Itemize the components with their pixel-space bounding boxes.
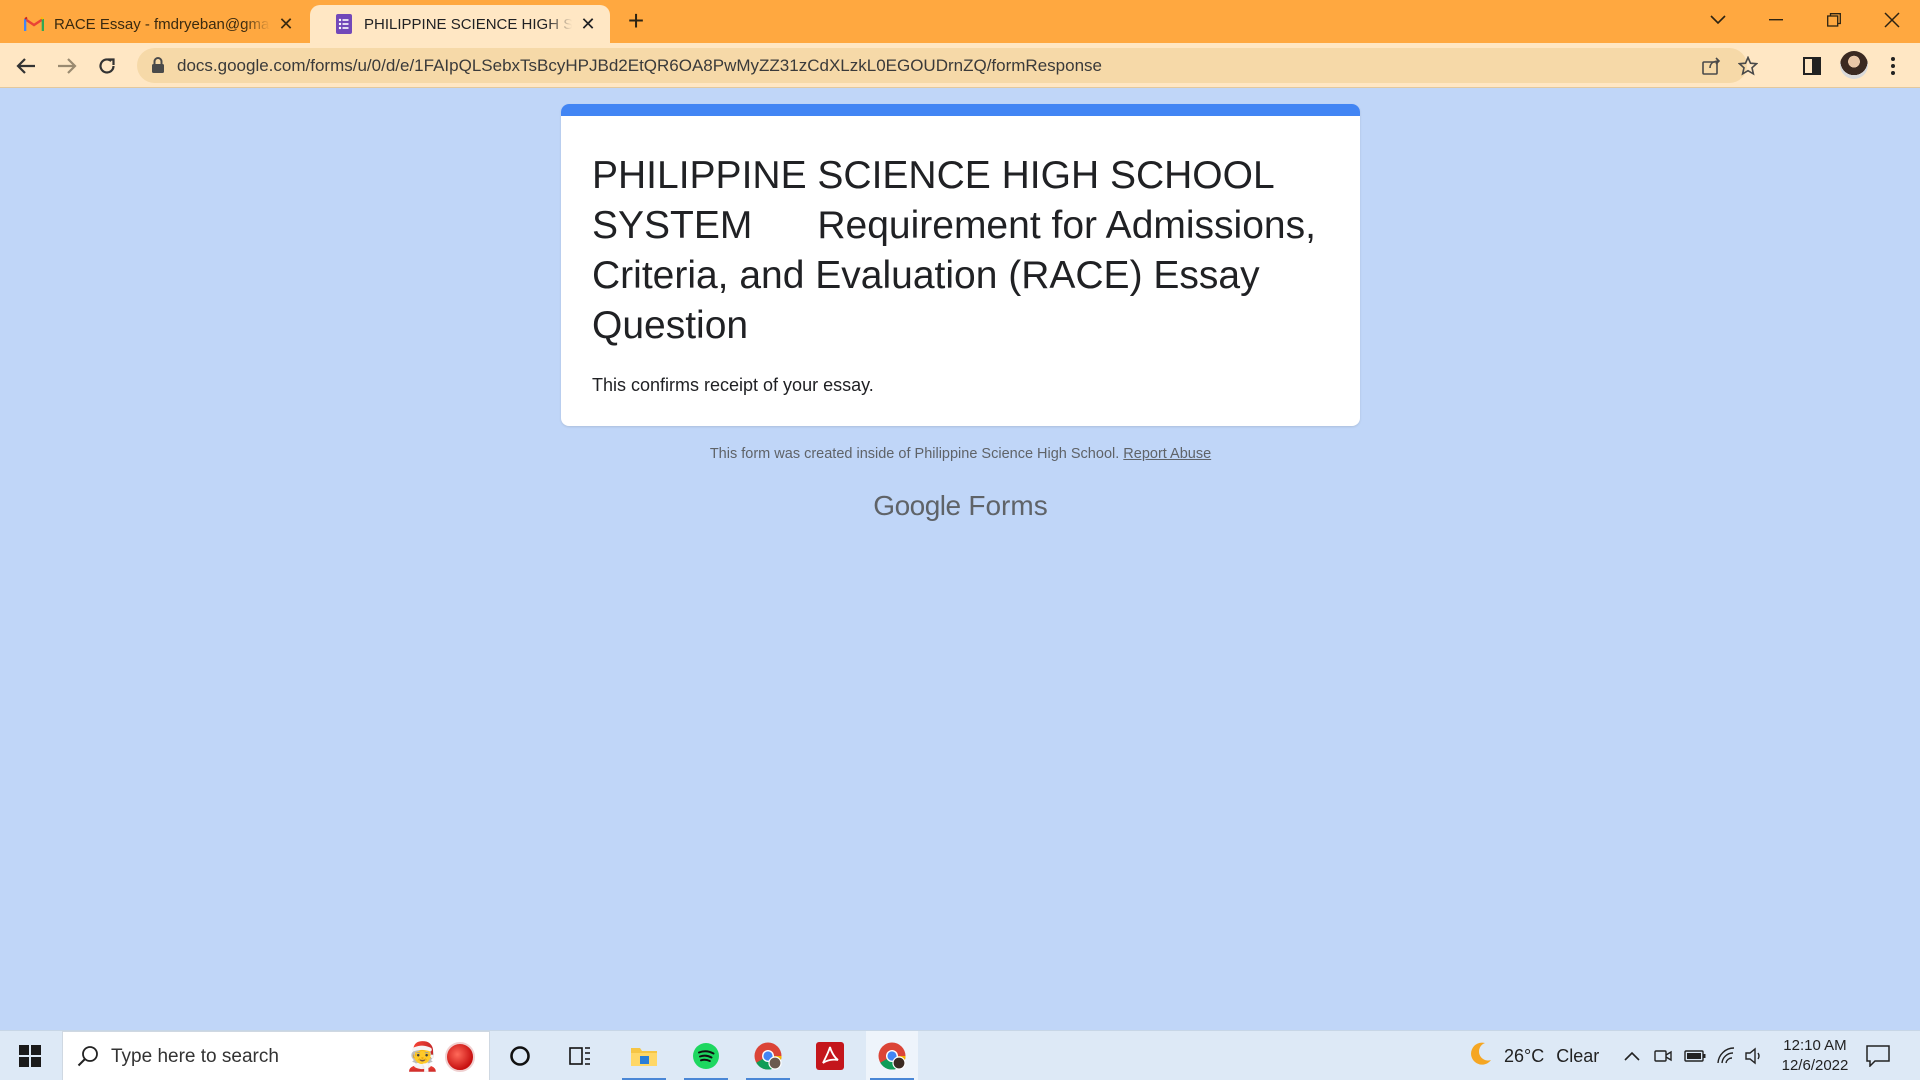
footer-note-text: This form was created inside of Philippi… bbox=[709, 446, 1120, 462]
task-view-icon[interactable] bbox=[554, 1031, 606, 1080]
tab-search-chevron-icon[interactable] bbox=[1690, 0, 1746, 40]
profile-avatar[interactable] bbox=[1840, 51, 1868, 79]
browser-tab-strip: RACE Essay - fmdryeban@gmail.com ✕ PHILI… bbox=[0, 0, 1920, 43]
form-accent-bar bbox=[561, 104, 1360, 116]
close-window-button[interactable] bbox=[1864, 0, 1920, 40]
share-icon[interactable] bbox=[1701, 55, 1723, 77]
back-button[interactable] bbox=[10, 50, 42, 82]
side-panel-icon[interactable] bbox=[1799, 53, 1825, 79]
clock-time: 12:10 AM bbox=[1783, 1037, 1847, 1054]
volume-icon[interactable] bbox=[1744, 1031, 1764, 1080]
form-footer-note: This form was created inside of Philippi… bbox=[561, 446, 1360, 462]
confirmation-message: This confirms receipt of your essay. bbox=[592, 375, 874, 395]
tab-gmail[interactable]: RACE Essay - fmdryeban@gmail.com ✕ bbox=[0, 5, 308, 43]
forward-button[interactable] bbox=[51, 50, 83, 82]
taskbar-clock[interactable]: 12:10 AM 12/6/2022 bbox=[1770, 1036, 1860, 1076]
spotify-icon[interactable] bbox=[680, 1031, 732, 1080]
report-abuse-link[interactable]: Report Abuse bbox=[1123, 446, 1211, 462]
form-confirmation-card: PHILIPPINE SCIENCE HIGH SCHOOL SYSTEM Re… bbox=[561, 104, 1360, 426]
start-button[interactable] bbox=[0, 1031, 60, 1080]
forms-wordmark: Forms bbox=[968, 490, 1048, 521]
clock-date: 12/6/2022 bbox=[1781, 1057, 1849, 1074]
gingerbread-doodle-icon: 🧑‍🎄 bbox=[405, 1041, 440, 1072]
browser-toolbar: docs.google.com/forms/u/0/d/e/1FAIpQLSeb… bbox=[0, 43, 1920, 88]
chrome-menu-icon[interactable] bbox=[1880, 53, 1906, 79]
weather-temperature: 26°C bbox=[1504, 1045, 1545, 1066]
ornament-doodle-icon bbox=[445, 1042, 475, 1072]
google-forms-icon bbox=[334, 14, 354, 34]
restore-button[interactable] bbox=[1806, 0, 1862, 40]
moon-icon bbox=[1466, 1040, 1494, 1073]
windows-logo-icon bbox=[19, 1045, 41, 1067]
file-explorer-icon[interactable] bbox=[618, 1031, 670, 1080]
acrobat-reader-icon[interactable] bbox=[804, 1031, 856, 1080]
minimize-button[interactable] bbox=[1748, 0, 1804, 40]
search-icon bbox=[77, 1045, 99, 1072]
wifi-icon[interactable] bbox=[1716, 1031, 1736, 1080]
bookmark-star-icon[interactable] bbox=[1737, 55, 1759, 77]
show-hidden-icons-chevron-icon[interactable] bbox=[1624, 1031, 1640, 1080]
weather-condition: Clear bbox=[1556, 1045, 1600, 1066]
chrome-icon[interactable] bbox=[742, 1031, 794, 1080]
notification-center-icon[interactable] bbox=[1866, 1031, 1890, 1080]
tab-title: RACE Essay - fmdryeban@gmail.com bbox=[54, 15, 270, 33]
reload-button[interactable] bbox=[91, 50, 123, 82]
battery-icon[interactable] bbox=[1684, 1031, 1706, 1080]
address-bar[interactable]: docs.google.com/forms/u/0/d/e/1FAIpQLSeb… bbox=[137, 48, 1758, 83]
google-wordmark: Google bbox=[873, 490, 961, 521]
cortana-icon[interactable] bbox=[494, 1031, 546, 1080]
form-title: PHILIPPINE SCIENCE HIGH SCHOOL SYSTEM Re… bbox=[592, 154, 1327, 347]
close-tab-icon[interactable]: ✕ bbox=[276, 14, 296, 34]
lock-icon[interactable] bbox=[152, 57, 164, 78]
new-tab-button[interactable]: + bbox=[622, 7, 650, 36]
tab-google-form[interactable]: PHILIPPINE SCIENCE HIGH SCHOOL SYSTEM ✕ bbox=[310, 5, 610, 43]
gmail-icon bbox=[24, 14, 44, 34]
weather-widget[interactable]: 26°C Clear bbox=[1466, 1031, 1599, 1080]
chrome-profile-icon[interactable] bbox=[866, 1031, 918, 1080]
meet-now-icon[interactable] bbox=[1654, 1031, 1672, 1080]
windows-taskbar: Type here to search 🧑‍🎄 26°C Clear bbox=[0, 1030, 1920, 1080]
taskbar-search-box[interactable]: Type here to search 🧑‍🎄 bbox=[62, 1031, 490, 1080]
tab-title: PHILIPPINE SCIENCE HIGH SCHOOL SYSTEM bbox=[364, 15, 572, 33]
close-tab-icon[interactable]: ✕ bbox=[578, 14, 598, 34]
google-forms-logo[interactable]: Google Forms bbox=[561, 490, 1360, 522]
url-text[interactable]: docs.google.com/forms/u/0/d/e/1FAIpQLSeb… bbox=[177, 56, 1102, 76]
search-placeholder: Type here to search bbox=[111, 1046, 279, 1067]
